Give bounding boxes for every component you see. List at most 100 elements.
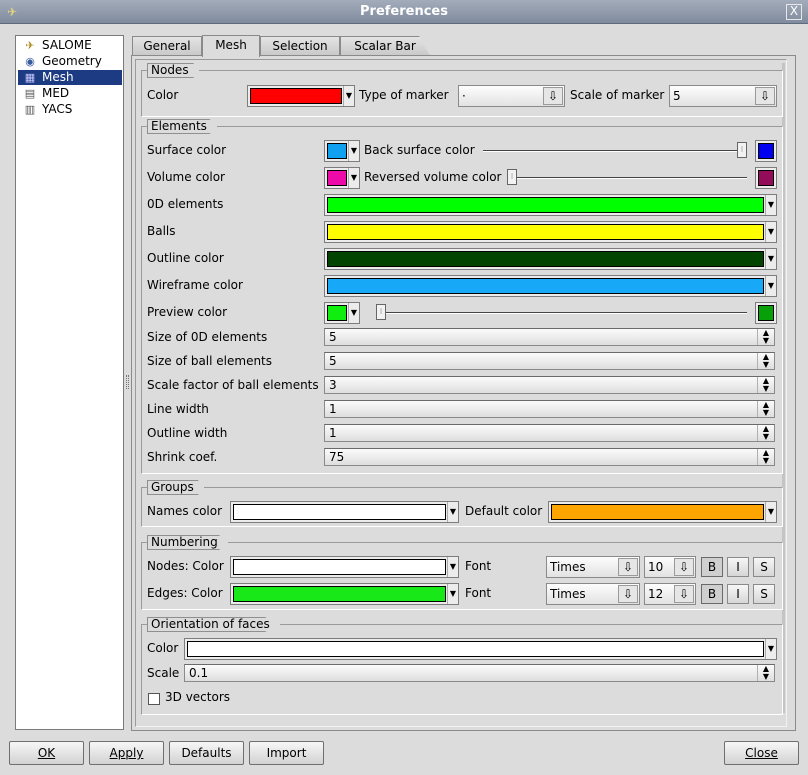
color-swatch [233,559,446,575]
slider-handle[interactable]: ⁝ [376,304,386,320]
nodes-font-combo[interactable]: Times ⇩ [546,556,640,578]
back-surface-label: Back surface color [364,143,475,157]
size-ball-spinbox[interactable]: 5 ▲ ▼ [324,352,775,370]
color-swatch [250,88,342,104]
nodes-color-label: Color [147,88,179,102]
tab-general[interactable]: General [132,36,202,56]
tree-item-geometry[interactable]: ◉ Geometry [18,54,122,69]
shrink-spinbox[interactable]: 75 ▲ ▼ [324,448,775,466]
tree-item-med[interactable]: ▤ MED [18,86,122,101]
wireframe-color-button[interactable]: ▼ [324,275,777,297]
spin-value: 3 [329,378,337,392]
spin-arrows-icon[interactable]: ▲ ▼ [757,449,774,465]
spin-arrows-icon[interactable]: ▲ ▼ [757,665,774,681]
spin-arrows-icon[interactable]: ▲ ▼ [757,377,774,393]
marker-type-combo[interactable]: · ⇩ [458,85,565,107]
vectors-3d-label: 3D vectors [165,690,231,704]
surface-color-label: Surface color [147,143,227,157]
preview-slider[interactable]: ⁝ [376,304,747,320]
tree-item-yacs[interactable]: ▥ YACS [18,102,122,117]
spin-value: 0.1 [189,666,209,680]
window-close-button[interactable]: X [786,4,802,20]
line-width-spinbox[interactable]: 1 ▲ ▼ [324,400,775,418]
preview-color-button[interactable]: ▼ [324,302,360,324]
tree-item-mesh[interactable]: ▦ Mesh [18,70,122,85]
edges-italic-button[interactable]: I [727,584,749,604]
color-swatch [327,305,347,321]
orientation-group-title: Orientation of faces [147,617,281,632]
orientation-scale-spinbox[interactable]: 0.1 ▲ ▼ [184,664,775,682]
tree-item-label: YACS [42,102,73,116]
nodes-numbering-color-button[interactable]: ▼ [230,556,459,578]
arrow-down-icon: ▼ [447,557,458,577]
slider-handle[interactable]: ⁝ [737,142,747,158]
edges-bold-button[interactable]: B [701,584,723,604]
ok-button[interactable]: OK [9,741,84,765]
arrow-down-icon: ▼ [348,168,359,188]
back-surface-slider[interactable]: ⁝ [483,142,747,158]
nodes-size-combo[interactable]: 10 ⇩ [644,556,696,578]
marker-type-label: Type of marker [359,88,449,102]
reversed-volume-color-button[interactable] [755,167,777,189]
names-color-button[interactable]: ▼ [230,501,459,523]
tab-mesh[interactable]: Mesh [202,35,260,57]
surface-color-button[interactable]: ▼ [324,140,360,162]
edges-numbering-color-button[interactable]: ▼ [230,583,459,605]
defaults-button[interactable]: Defaults [169,741,244,765]
tree-item-label: MED [42,86,70,100]
spin-arrows-icon[interactable]: ▲ ▼ [757,401,774,417]
color-swatch [327,197,764,213]
nodes-shadow-button[interactable]: S [753,557,775,577]
zero-d-color-button[interactable]: ▼ [324,194,777,216]
nodes-font-label: Font [465,559,492,573]
salome-icon: ✈ [25,39,35,52]
apply-button[interactable]: Apply [89,741,164,765]
close-button[interactable]: Close [724,741,799,765]
spin-arrows-icon[interactable]: ▲ ▼ [757,329,774,345]
preview-color-label: Preview color [147,305,228,319]
edges-shadow-button[interactable]: S [753,584,775,604]
nodes-numbering-label: Nodes: Color [147,559,224,573]
arrow-down-icon: ▼ [765,502,776,522]
nodes-italic-button[interactable]: I [727,557,749,577]
nodes-bold-button[interactable]: B [701,557,723,577]
splitter-handle[interactable] [126,375,129,389]
spin-value: 5 [329,354,337,368]
nodes-color-button[interactable]: ▼ [247,85,355,107]
tree-item-salome[interactable]: ✈ SALOME [18,38,122,53]
reversed-volume-slider[interactable]: ⁝ [507,169,747,185]
size-0d-spinbox[interactable]: 5 ▲ ▼ [324,328,775,346]
arrow-down-icon: ⇩ [618,585,638,603]
marker-scale-combo[interactable]: 5 ⇩ [669,85,777,107]
outline-color-button[interactable]: ▼ [324,248,777,270]
scale-ball-spinbox[interactable]: 3 ▲ ▼ [324,376,775,394]
volume-color-button[interactable]: ▼ [324,167,360,189]
edges-size-combo[interactable]: 12 ⇩ [644,583,696,605]
back-surface-color-button[interactable] [755,140,777,162]
marker-type-value: · [462,89,466,103]
orientation-color-button[interactable]: ▼ [184,638,777,660]
arrow-down-icon: ▼ [343,86,354,106]
vectors-3d-checkbox[interactable] [148,693,160,705]
color-swatch [327,251,764,267]
balls-label: Balls [147,224,176,238]
nodes-group-title: Nodes [147,63,200,78]
spin-arrows-icon[interactable]: ▲ ▼ [757,353,774,369]
spin-value: 1 [329,402,337,416]
tab-scalar-bar[interactable]: Scalar Bar [340,36,430,56]
spin-value: 1 [329,426,337,440]
arrow-down-icon: ▼ [765,195,776,215]
color-swatch [187,641,764,657]
spin-arrows-icon[interactable]: ▲ ▼ [757,425,774,441]
tab-selection[interactable]: Selection [260,36,340,56]
arrow-down-icon: ▼ [447,584,458,604]
balls-color-button[interactable]: ▼ [324,221,777,243]
edges-font-combo[interactable]: Times ⇩ [546,583,640,605]
slider-handle[interactable]: ⁝ [507,169,517,185]
preview-color2-button[interactable] [755,302,777,324]
groups-group-title: Groups [147,480,205,495]
default-color-button[interactable]: ▼ [548,501,777,523]
import-button[interactable]: Import [249,741,324,765]
names-color-label: Names color [147,504,223,518]
outline-width-spinbox[interactable]: 1 ▲ ▼ [324,424,775,442]
